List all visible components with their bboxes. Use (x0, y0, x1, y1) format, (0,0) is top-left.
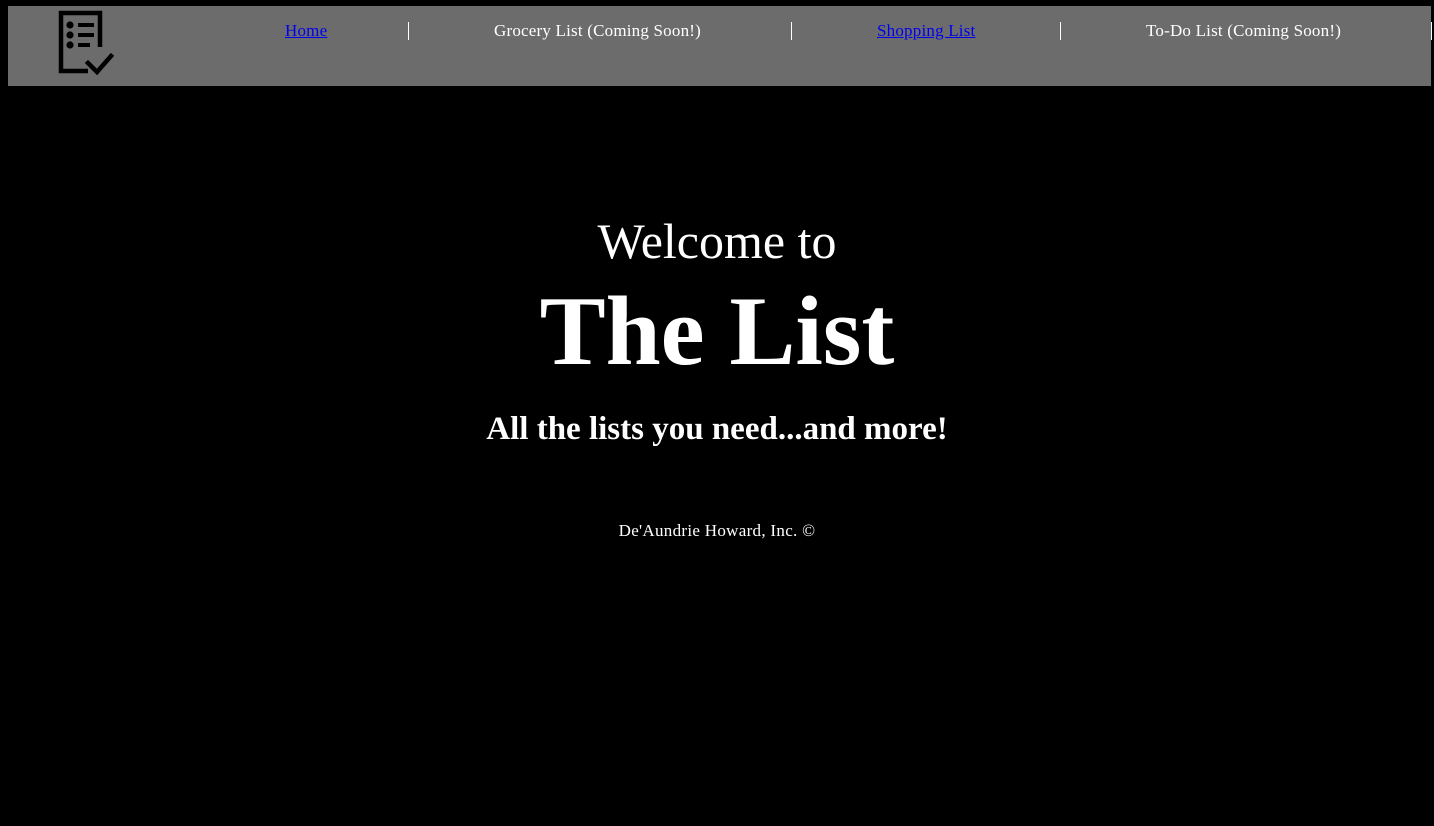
nav-item-grocery-list: Grocery List (Coming Soon!) (494, 21, 702, 40)
navbar: Home Grocery List (Coming Soon!) Shoppin… (8, 6, 1432, 86)
nav-divider (408, 22, 409, 40)
welcome-heading: Welcome to (597, 213, 837, 269)
nav-divider (1431, 22, 1432, 40)
tagline: All the lists you need...and more! (486, 411, 948, 447)
nav-divider (791, 22, 792, 40)
nav-link-shopping-list[interactable]: Shopping List (877, 20, 975, 42)
nav-divider (1060, 22, 1061, 40)
page-title: The List (539, 277, 895, 386)
checklist-icon[interactable] (58, 9, 115, 77)
nav-item-todo-list: To-Do List (Coming Soon!) (1146, 21, 1342, 40)
copyright-footer: De'Aundrie Howard, Inc. © (618, 521, 816, 540)
nav-link-home[interactable]: Home (285, 20, 327, 42)
